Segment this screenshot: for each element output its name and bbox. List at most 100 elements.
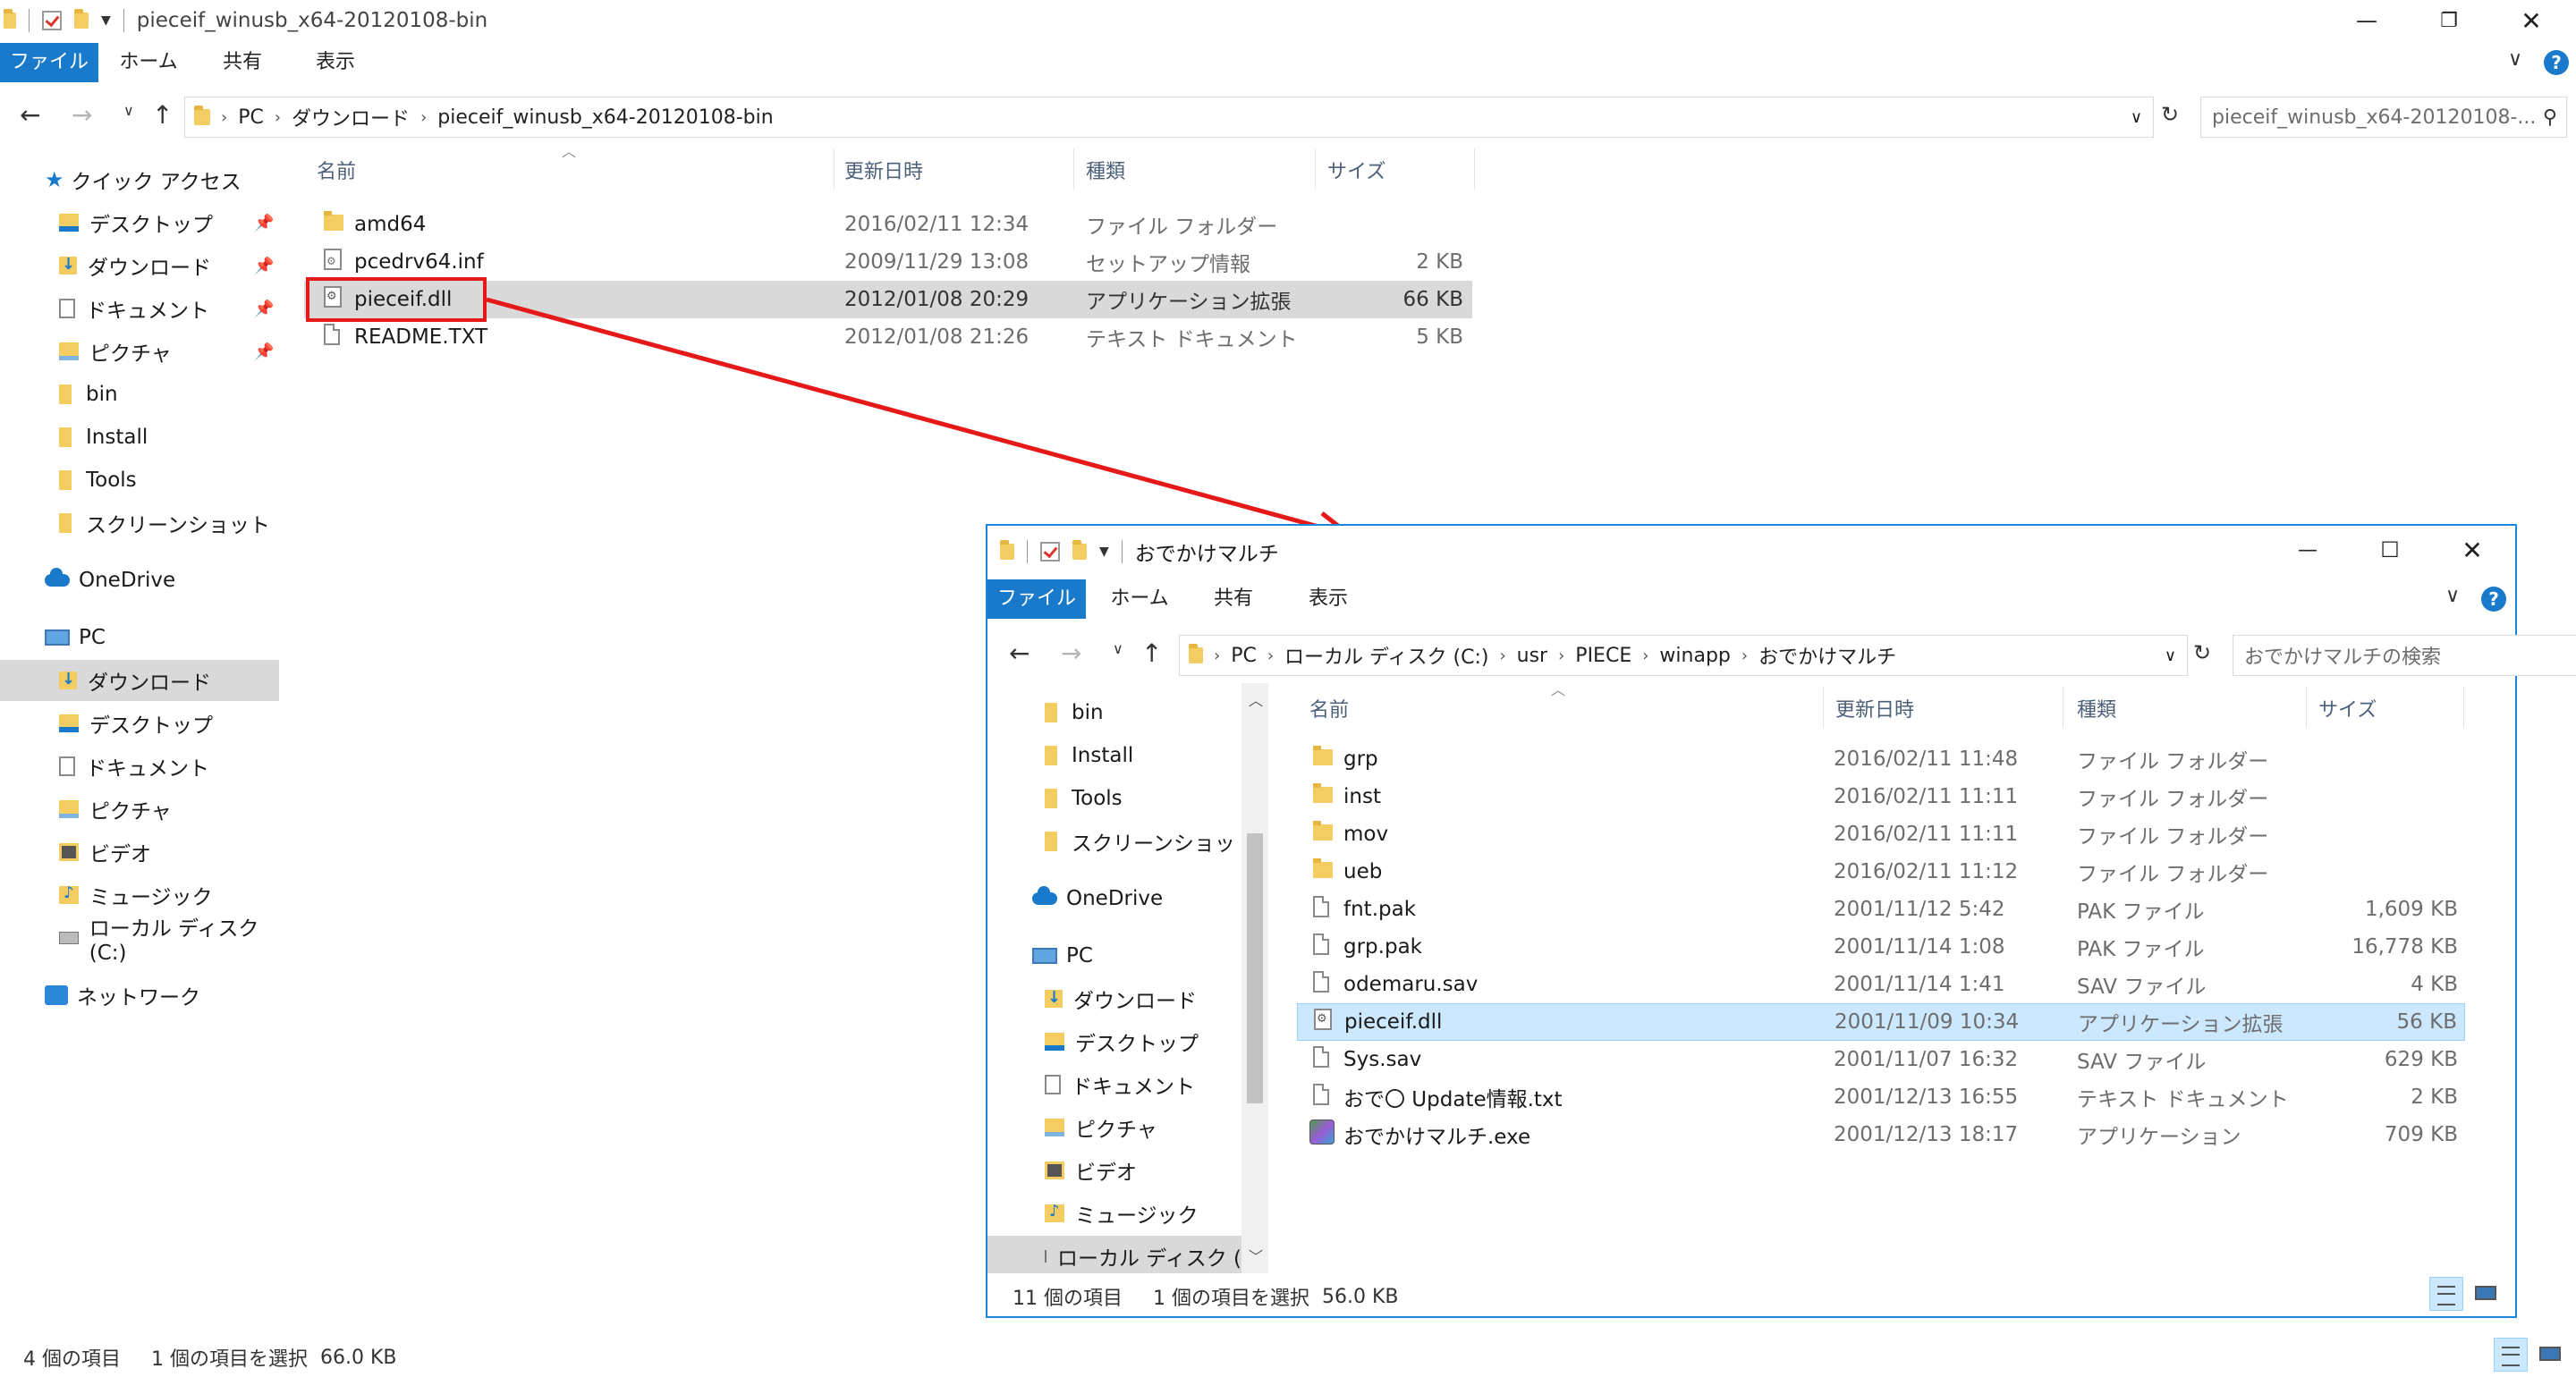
file-row[interactable]: grp.pak 2001/11/14 1:08 PAK ファイル 16,778 KB xyxy=(1297,928,2465,966)
new-folder-icon[interactable] xyxy=(74,9,89,29)
file-row[interactable]: grp 2016/02/11 11:48 ファイル フォルダー xyxy=(1297,740,2465,778)
file-row[interactable]: おで〇 Update情報.txt 2001/12/13 16:55 テキスト ドキュ… xyxy=(1297,1078,2465,1116)
tab-home[interactable]: ホーム xyxy=(106,43,191,82)
close-button[interactable]: ✕ xyxy=(2490,0,2572,41)
pin-icon[interactable]: 📌 xyxy=(254,214,274,232)
nav-item-pc-videos[interactable]: ビデオ xyxy=(1045,1150,1259,1191)
nav-item-pc-downloads[interactable]: ダウンロード xyxy=(0,660,279,701)
forward-arrow-icon[interactable]: → xyxy=(72,100,92,130)
nav-onedrive[interactable]: OneDrive xyxy=(45,560,277,601)
nav-pc[interactable]: PC xyxy=(45,617,277,658)
nav-item-pc-documents[interactable]: ドキュメント xyxy=(59,746,274,787)
column-divider[interactable] xyxy=(2306,687,2307,728)
column-divider[interactable] xyxy=(1073,148,1074,190)
breadcrumb-current[interactable]: pieceif_winusb_x64-20120108-bin xyxy=(437,106,773,129)
scroll-up-icon[interactable]: ︿ xyxy=(1249,688,1263,710)
file-row[interactable]: amd64 2016/02/11 12:34 ファイル フォルダー xyxy=(304,206,1472,243)
file-row[interactable]: ueb 2016/02/11 11:12 ファイル フォルダー xyxy=(1297,853,2465,891)
file-row[interactable]: pcedrv64.inf 2009/11/29 13:08 セットアップ情報 2… xyxy=(304,243,1472,281)
nav-item-downloads[interactable]: ダウンロード 📌 xyxy=(59,245,274,286)
file-row[interactable]: README.TXT 2012/01/08 21:26 テキスト ドキュメント … xyxy=(304,318,1472,356)
nav-item-bin[interactable]: bin xyxy=(1045,692,1259,733)
large-icons-view-button[interactable] xyxy=(2533,1338,2567,1372)
column-header-name[interactable]: 名前 xyxy=(317,152,356,188)
breadcrumb-winapp[interactable]: winapp xyxy=(1659,645,1730,667)
nav-item-install[interactable]: Install xyxy=(1045,735,1259,776)
column-divider[interactable] xyxy=(2463,687,2464,728)
column-header-name[interactable]: 名前 xyxy=(1309,690,1349,726)
tab-file[interactable]: ファイル xyxy=(0,43,98,82)
file-row[interactable]: Sys.sav 2001/11/07 16:32 SAV ファイル 629 KB xyxy=(1297,1041,2465,1078)
nav-pc[interactable]: PC xyxy=(1032,935,1259,976)
help-icon[interactable]: ? xyxy=(2481,587,2506,612)
recent-locations-icon[interactable]: ∨ xyxy=(123,102,134,119)
tab-view[interactable]: 表示 xyxy=(295,43,376,82)
nav-item-pc-desktop[interactable]: デスクトップ xyxy=(59,703,274,744)
pin-icon[interactable]: 📌 xyxy=(254,300,274,318)
details-view-button[interactable] xyxy=(2429,1277,2463,1311)
nav-item-local-disk[interactable]: ローカル ディスク (C: xyxy=(987,1236,1250,1273)
back-arrow-icon[interactable]: ← xyxy=(20,100,40,130)
address-bar[interactable]: › PC › ダウンロード › pieceif_winusb_x64-20120… xyxy=(184,97,2154,138)
tab-view[interactable]: 表示 xyxy=(1288,579,1368,619)
refresh-icon[interactable]: ↻ xyxy=(2161,102,2179,127)
nav-item-pictures[interactable]: ピクチャ 📌 xyxy=(59,331,274,372)
back-arrow-icon[interactable]: ← xyxy=(1009,638,1030,668)
large-icons-view-button[interactable] xyxy=(2469,1277,2503,1311)
column-header-date[interactable]: 更新日時 xyxy=(1835,690,1914,726)
nav-item-pc-documents[interactable]: ドキュメント xyxy=(1045,1064,1259,1105)
breadcrumb-downloads[interactable]: ダウンロード xyxy=(292,103,410,131)
address-dropdown-icon[interactable]: ∨ xyxy=(2165,646,2176,665)
help-icon[interactable]: ? xyxy=(2544,50,2569,75)
nav-onedrive[interactable]: OneDrive xyxy=(1032,878,1259,919)
nav-item-documents[interactable]: ドキュメント 📌 xyxy=(59,288,274,329)
file-row-selected[interactable]: pieceif.dll 2001/11/09 10:34 アプリケーション拡張 56 … xyxy=(1297,1003,2465,1041)
pin-icon[interactable]: 📌 xyxy=(254,342,274,361)
column-header-date[interactable]: 更新日時 xyxy=(844,152,923,188)
restore-button[interactable]: ❐ xyxy=(2408,0,2490,41)
column-header-size[interactable]: サイズ xyxy=(2318,690,2377,726)
breadcrumb-current[interactable]: おでかけマルチ xyxy=(1758,641,1896,670)
breadcrumb-usr[interactable]: usr xyxy=(1517,645,1547,667)
tab-home[interactable]: ホーム xyxy=(1097,579,1182,619)
tab-share[interactable]: 共有 xyxy=(202,43,283,82)
nav-item-bin[interactable]: bin xyxy=(59,374,274,415)
refresh-icon[interactable]: ↻ xyxy=(2193,640,2211,665)
nav-item-pc-pictures[interactable]: ピクチャ xyxy=(59,789,274,830)
nav-item-install[interactable]: Install xyxy=(59,417,274,458)
nav-item-pc-desktop[interactable]: デスクトップ xyxy=(1045,1021,1259,1062)
expand-ribbon-icon[interactable]: ∨ xyxy=(2445,585,2460,607)
scroll-down-icon[interactable]: ﹀ xyxy=(1249,1245,1263,1266)
nav-network[interactable]: ネットワーク xyxy=(45,975,277,1016)
nav-item-local-disk[interactable]: ローカル ディスク (C:) xyxy=(59,917,281,965)
breadcrumb-pc[interactable]: PC xyxy=(238,106,264,129)
column-header-type[interactable]: 種類 xyxy=(1086,152,1125,188)
breadcrumb-local-disk[interactable]: ローカル ディスク (C:) xyxy=(1284,641,1488,670)
customize-toolbar-icon[interactable]: ▼ xyxy=(101,13,111,28)
customize-toolbar-icon[interactable]: ▼ xyxy=(1099,545,1109,559)
scroll-thumb[interactable] xyxy=(1247,833,1263,1103)
up-arrow-icon[interactable]: ↑ xyxy=(1141,638,1162,668)
nav-item-tools[interactable]: Tools xyxy=(1045,778,1259,819)
tab-share[interactable]: 共有 xyxy=(1193,579,1274,619)
search-input[interactable]: pieceif_winusb_x64-20120108-... ⚲ xyxy=(2200,97,2567,138)
up-arrow-icon[interactable]: ↑ xyxy=(152,100,173,130)
nav-item-pc-music[interactable]: ミュージック xyxy=(1045,1193,1259,1234)
nav-item-screenshots[interactable]: スクリーンショット xyxy=(1045,821,1259,862)
nav-item-tools[interactable]: Tools xyxy=(59,460,274,501)
breadcrumb-pc[interactable]: PC xyxy=(1231,645,1257,667)
file-row[interactable]: odemaru.sav 2001/11/14 1:41 SAV ファイル 4 KB xyxy=(1297,966,2465,1003)
details-view-button[interactable] xyxy=(2494,1338,2528,1372)
maximize-button[interactable]: ☐ xyxy=(2349,529,2431,570)
file-row[interactable]: inst 2016/02/11 11:11 ファイル フォルダー xyxy=(1297,778,2465,815)
properties-icon[interactable] xyxy=(1040,542,1060,562)
nav-item-pc-videos[interactable]: ビデオ xyxy=(59,832,274,873)
properties-icon[interactable] xyxy=(42,11,62,30)
expand-ribbon-icon[interactable]: ∨ xyxy=(2508,48,2522,71)
breadcrumb-piece[interactable]: PIECE xyxy=(1575,645,1631,667)
nav-item-pc-downloads[interactable]: ダウンロード xyxy=(1045,978,1259,1019)
column-header-size[interactable]: サイズ xyxy=(1327,152,1385,188)
pin-icon[interactable]: 📌 xyxy=(254,257,274,275)
nav-quick-access[interactable]: ★ クイック アクセス xyxy=(45,159,277,200)
new-folder-icon[interactable] xyxy=(1072,540,1087,560)
